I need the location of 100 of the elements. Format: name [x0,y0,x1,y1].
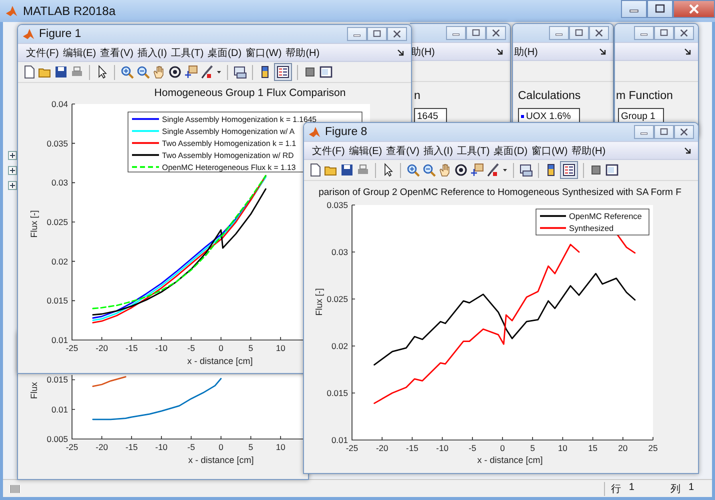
rotate-icon[interactable] [454,163,468,177]
menu-item[interactable]: 文件(F) [26,46,59,60]
maximize-button[interactable] [367,27,387,41]
minimize-button[interactable] [634,26,654,40]
caret-icon[interactable] [216,70,222,74]
tick-label: 10 [558,443,568,453]
expand-icon[interactable] [8,151,17,160]
menu-item[interactable]: 窗口(W) [532,144,568,158]
status-label: 行 [610,482,621,496]
window-title: Figure 1 [39,28,82,40]
pan-hand-icon[interactable] [438,163,452,177]
close-button[interactable] [674,26,694,40]
window-icon[interactable] [605,163,619,177]
menu-item[interactable]: 查看(V) [100,46,134,60]
dock-arrow-icon[interactable] [684,146,692,154]
maximize-button[interactable] [466,26,486,40]
save-icon[interactable] [54,65,68,79]
close-button[interactable] [486,26,506,40]
maximize-icon [574,29,584,37]
menu-item[interactable]: 帮助(H) [286,46,320,60]
tick-label: -10 [436,443,448,453]
maximize-button[interactable] [654,125,674,139]
maximize-button[interactable] [569,26,589,40]
menu-item[interactable]: 编辑(E) [62,46,96,60]
legend-line-icon [132,166,159,168]
tick-label: 25 [648,443,658,453]
tick-label: -20 [96,442,108,452]
data-cursor-icon[interactable] [184,65,198,79]
menu-item[interactable]: 助(H) [514,44,538,58]
expand-icon[interactable] [8,166,17,175]
save-icon[interactable] [340,163,354,177]
brush-icon[interactable] [486,163,500,177]
linked-plot-icon[interactable] [519,163,533,177]
dock-arrow-icon[interactable] [397,48,405,56]
menu-item[interactable]: 查看(V) [386,144,420,158]
minimize-button[interactable] [634,125,654,139]
menu-item[interactable]: 帮助(H) [572,144,606,158]
dock-arrow-icon[interactable] [684,48,692,56]
linked-plot-icon[interactable] [233,65,247,79]
tick-label: 0.025 [326,294,348,304]
menu-item[interactable]: 桌面(D) [494,144,528,158]
tick-label: -10 [155,343,168,353]
legend-label: OpenMC Reference [569,212,642,221]
matlab-logo-icon [308,126,321,138]
legend-label: Group 1 [621,110,656,122]
minimize-button[interactable] [549,26,569,40]
square-icon[interactable] [303,65,317,79]
menu-item[interactable]: 编辑(E) [348,144,382,158]
rotate-icon[interactable] [168,65,182,79]
legend-toggle-button[interactable] [274,63,292,81]
menu-item[interactable]: 文件(F) [312,144,345,158]
close-button[interactable] [387,27,407,41]
close-button[interactable] [589,26,609,40]
menu-item[interactable]: 助(H) [411,44,435,58]
zoom-in-icon[interactable] [406,163,420,177]
menu-item[interactable]: 桌面(D) [208,46,242,60]
dock-arrow-icon[interactable] [496,48,504,56]
close-icon [594,29,604,37]
legend-line-icon [132,118,159,120]
dock-arrow-icon[interactable] [599,48,607,56]
tick-label: -25 [346,443,358,453]
close-button[interactable] [673,0,715,18]
maximize-button[interactable] [647,0,673,18]
close-icon [679,29,689,37]
tick-label: 10 [276,343,286,353]
maximize-icon [659,128,669,136]
tick-label: 0.015 [326,388,348,398]
new-file-icon[interactable] [308,163,322,177]
brush-icon[interactable] [200,65,214,79]
maximize-icon [659,29,669,37]
square-icon[interactable] [589,163,603,177]
window-icon[interactable] [319,65,333,79]
tick-label: 0.025 [46,217,68,227]
minimize-button[interactable] [446,26,466,40]
expand-icon[interactable] [8,181,17,190]
minimize-button[interactable] [347,27,367,41]
status-value: 1 [688,482,694,494]
menu-item[interactable]: 工具(T) [170,46,204,60]
caret-icon[interactable] [502,168,508,172]
tick-label: 0.03 [51,178,68,188]
window-title: Figure 8 [325,126,368,138]
close-button[interactable] [674,125,694,139]
menu-item[interactable]: 插入(I) [423,144,453,158]
maximize-button[interactable] [654,26,674,40]
menu-item[interactable]: 工具(T) [456,144,490,158]
new-file-icon[interactable] [22,65,36,79]
legend-toggle-button[interactable] [560,161,578,179]
window-title: MATLAB R2018a [23,4,116,18]
minimize-button[interactable] [621,0,647,18]
zoom-out-icon[interactable] [136,65,150,79]
zoom-in-icon[interactable] [120,65,134,79]
menu-item[interactable]: 窗口(W) [246,46,282,60]
status-label: 列 [670,482,680,496]
close-icon [688,4,700,14]
menu-item[interactable]: 插入(I) [137,46,167,60]
zoom-out-icon[interactable] [422,163,436,177]
axis-label: x - distance [cm] [188,455,254,465]
close-icon [679,128,689,136]
pan-hand-icon[interactable] [152,65,166,79]
data-cursor-icon[interactable] [470,163,484,177]
